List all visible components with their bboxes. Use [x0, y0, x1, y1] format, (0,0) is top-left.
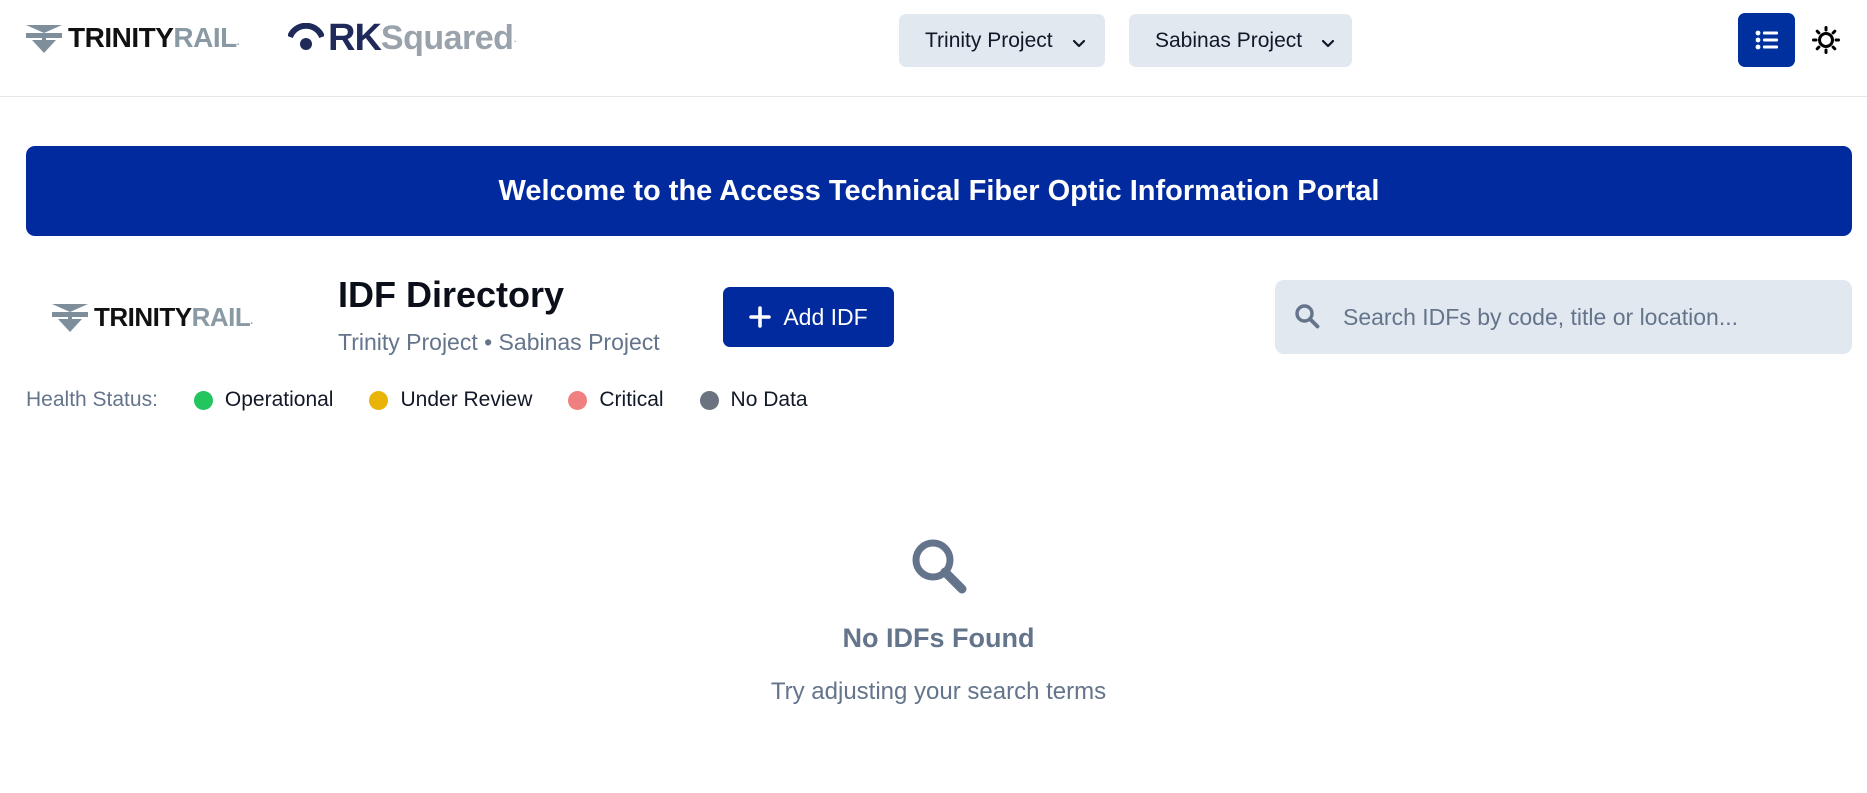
sabinas-project-select[interactable]: Sabinas Project	[1129, 14, 1352, 67]
rksquared-logo: RK Squared.	[288, 16, 517, 60]
chevron-down-icon	[1320, 33, 1336, 49]
directory-trinityrail-logo: TRINITYRAIL.	[52, 300, 253, 334]
status-dot-icon	[369, 390, 389, 410]
sun-icon	[1812, 26, 1840, 54]
search-input[interactable]	[1343, 303, 1823, 331]
trinityrail-logo-mark-icon	[52, 304, 88, 332]
legend-item-no-data: No Data	[699, 388, 808, 412]
chevron-down-icon	[1071, 33, 1087, 49]
trinity-project-select[interactable]: Trinity Project	[899, 14, 1105, 67]
legend-item-under-review: Under Review	[369, 388, 532, 412]
sabinas-project-select-value: Sabinas Project	[1155, 28, 1303, 52]
empty-state-subtitle: Try adjusting your search terms	[770, 678, 1107, 705]
page-subtitle: Trinity Project • Sabinas Project	[338, 329, 660, 355]
trinityrail-wordmark: TRINITYRAIL.	[94, 302, 253, 332]
list-icon	[1755, 30, 1778, 50]
status-dot-icon	[699, 390, 719, 410]
empty-state-title: No IDFs Found	[842, 623, 1035, 653]
legend-item-critical: Critical	[568, 388, 664, 412]
status-dot-icon	[568, 390, 588, 410]
welcome-banner-title: Welcome to the Access Technical Fiber Op…	[498, 174, 1380, 207]
health-status-label: Health Status:	[26, 388, 158, 411]
rksquared-logo-mark-icon	[288, 23, 324, 50]
legend-label: Under Review	[400, 388, 533, 411]
add-idf-button-label: Add IDF	[783, 303, 868, 330]
status-dot-icon	[193, 390, 213, 410]
add-idf-button[interactable]: Add IDF	[723, 287, 894, 347]
trinityrail-wordmark: TRINITYRAIL.	[68, 22, 240, 53]
legend-item-operational: Operational	[193, 388, 334, 412]
legend-label: Operational	[224, 388, 334, 411]
page-title: IDF Directory	[338, 274, 565, 315]
theme-toggle-button[interactable]	[1810, 24, 1842, 56]
legend-label: Critical	[599, 388, 664, 411]
trinityrail-logo: TRINITYRAIL.	[26, 20, 240, 56]
search-icon	[1293, 302, 1323, 332]
list-view-button[interactable]	[1738, 13, 1795, 67]
search-box[interactable]	[1275, 280, 1852, 354]
top-navigation-bar: TRINITYRAIL. RK Squared. Trinity Project …	[0, 0, 1867, 97]
health-status-legend: Health Status: Operational Under Review …	[26, 388, 844, 412]
plus-icon	[749, 306, 772, 328]
trinityrail-logo-mark-icon	[26, 25, 62, 53]
welcome-banner: Welcome to the Access Technical Fiber Op…	[26, 146, 1852, 236]
legend-label: No Data	[730, 388, 808, 411]
search-icon	[908, 535, 970, 597]
trinity-project-select-value: Trinity Project	[925, 28, 1053, 52]
